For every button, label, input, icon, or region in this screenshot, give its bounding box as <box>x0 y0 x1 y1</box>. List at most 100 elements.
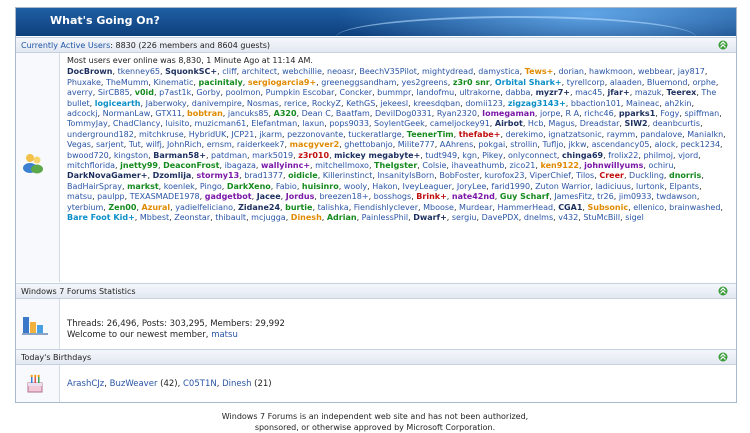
user-link[interactable]: pandalove <box>640 130 682 139</box>
user-link[interactable]: TEXASMADE1978 <box>130 192 200 201</box>
user-link[interactable]: Pumpkin Escobar <box>266 88 335 97</box>
user-link[interactable]: DevilDog0331 <box>375 109 432 118</box>
user-link[interactable]: jekeesl <box>380 99 408 108</box>
user-link[interactable]: RockyZ <box>312 99 341 108</box>
user-link[interactable]: IveyLeaguer <box>403 182 452 191</box>
user-link[interactable]: pacinitaly <box>199 78 243 87</box>
user-link[interactable]: Tews+ <box>525 67 554 76</box>
user-link[interactable]: Tut <box>129 140 141 149</box>
collapse-icon[interactable] <box>718 40 728 50</box>
user-link[interactable]: Dean C <box>302 109 331 118</box>
user-link[interactable]: bosshogs <box>374 192 412 201</box>
user-link[interactable]: Teerex <box>667 88 697 97</box>
user-link[interactable]: Zen00 <box>108 203 136 212</box>
user-link[interactable]: sergiu <box>452 213 477 222</box>
user-link[interactable]: Concker <box>340 88 373 97</box>
user-link[interactable]: Tufljo <box>542 140 563 149</box>
user-link[interactable]: neoasr <box>327 67 354 76</box>
user-link[interactable]: dnelms <box>524 213 553 222</box>
user-link[interactable]: DarkXeno <box>227 182 271 191</box>
user-link[interactable]: kreesdqban <box>413 99 460 108</box>
user-link[interactable]: Ryan2320 <box>437 109 477 118</box>
user-link[interactable]: InsanityIsBorn <box>377 171 434 180</box>
user-link[interactable]: vjord <box>678 151 698 160</box>
user-link[interactable]: Zuton Warrior <box>535 182 590 191</box>
user-link[interactable]: SquonkSC+ <box>165 67 217 76</box>
user-link[interactable]: dorian <box>558 67 583 76</box>
user-link[interactable]: Dinesh <box>291 213 322 222</box>
user-link[interactable]: jay817 <box>678 67 705 76</box>
user-link[interactable]: mightydread <box>422 67 473 76</box>
user-link[interactable]: alaaden <box>610 78 642 87</box>
user-link[interactable]: PainlessPhil <box>362 213 408 222</box>
user-link[interactable]: Pikey <box>482 151 503 160</box>
collapse-icon[interactable] <box>718 286 728 296</box>
user-link[interactable]: ChadClancy <box>113 119 161 128</box>
user-link[interactable]: z3r0 snr <box>453 78 490 87</box>
user-link[interactable]: webbear <box>638 67 673 76</box>
user-link[interactable]: sigel <box>625 213 644 222</box>
user-link[interactable]: strollin <box>510 140 537 149</box>
user-link[interactable]: dnorris <box>669 171 701 180</box>
user-link[interactable]: SirCB85 <box>98 88 130 97</box>
user-link[interactable]: tkenney65 <box>118 67 160 76</box>
user-link[interactable]: luisito <box>166 119 190 128</box>
user-link[interactable]: sarjent <box>96 140 124 149</box>
user-link[interactable]: rerice <box>284 99 307 108</box>
user-link[interactable]: mickey megabyte+ <box>334 151 420 160</box>
user-link[interactable]: averry <box>67 88 93 97</box>
user-link[interactable]: Bluemond <box>647 78 688 87</box>
user-link[interactable]: ellenico <box>633 203 664 212</box>
user-link[interactable]: spiffman <box>684 109 719 118</box>
user-link[interactable]: bbaction101 <box>571 99 621 108</box>
user-link[interactable]: dabba <box>505 88 530 97</box>
newest-member-link[interactable]: matsu <box>211 330 238 340</box>
user-link[interactable]: architect <box>242 67 277 76</box>
user-link[interactable]: logicearth <box>95 99 141 108</box>
user-link[interactable]: Vegas <box>67 140 91 149</box>
user-link[interactable]: tyrellcorp <box>567 78 605 87</box>
user-link[interactable]: Jacee <box>257 192 281 201</box>
user-link[interactable]: Maineac <box>626 99 659 108</box>
user-link[interactable]: ihaveathumb <box>452 161 505 170</box>
user-link[interactable]: lurtonk <box>636 182 664 191</box>
user-link[interactable]: wallyinnc+ <box>261 161 310 170</box>
user-link[interactable]: Dreadstar <box>580 119 620 128</box>
user-link[interactable]: chinga69 <box>562 151 603 160</box>
user-link[interactable]: z3r010 <box>298 151 329 160</box>
user-link[interactable]: BobFoster <box>439 171 479 180</box>
user-link[interactable]: johnwillyums <box>584 161 643 170</box>
user-link[interactable]: Pingo <box>200 182 222 191</box>
user-link[interactable]: philmoj <box>643 151 673 160</box>
user-link[interactable]: stormy13 <box>196 171 239 180</box>
user-link[interactable]: Dwarf+ <box>413 213 447 222</box>
user-link[interactable]: kingston <box>114 151 148 160</box>
user-link[interactable]: Brink+ <box>416 192 447 201</box>
user-link[interactable]: mcjugga <box>251 213 286 222</box>
user-link[interactable]: underground182 <box>67 130 134 139</box>
user-link[interactable]: onlyconnect <box>508 151 557 160</box>
user-link[interactable]: oidicle <box>288 171 318 180</box>
user-link[interactable]: ernsm <box>207 140 232 149</box>
user-link[interactable]: cliff <box>222 67 236 76</box>
user-link[interactable]: Subsonic <box>587 203 628 212</box>
user-link[interactable]: ah2kin <box>664 99 691 108</box>
user-link[interactable]: patdman <box>211 151 247 160</box>
user-link[interactable]: Duckling <box>629 171 664 180</box>
user-link[interactable]: Iomegaman <box>482 109 535 118</box>
user-link[interactable]: Jaberwoky <box>146 99 187 108</box>
user-link[interactable]: HammerHead <box>497 203 553 212</box>
user-link[interactable]: ViperChief <box>530 171 571 180</box>
user-link[interactable]: TheIgster <box>374 161 417 170</box>
user-link[interactable]: Jordus <box>286 192 315 201</box>
user-link[interactable]: muzicman61 <box>195 119 247 128</box>
user-link[interactable]: twdawson <box>657 192 697 201</box>
user-link[interactable]: laxun <box>302 119 324 128</box>
user-link[interactable]: mazuk <box>635 88 662 97</box>
user-link[interactable]: jorpe <box>540 109 560 118</box>
user-link[interactable]: BadHairSpray <box>67 182 122 191</box>
user-link[interactable]: Fogy <box>660 109 679 118</box>
user-link[interactable]: jkarm <box>259 130 282 139</box>
user-link[interactable]: jim0933 <box>619 192 652 201</box>
user-link[interactable]: cameljockey91 <box>430 119 490 128</box>
